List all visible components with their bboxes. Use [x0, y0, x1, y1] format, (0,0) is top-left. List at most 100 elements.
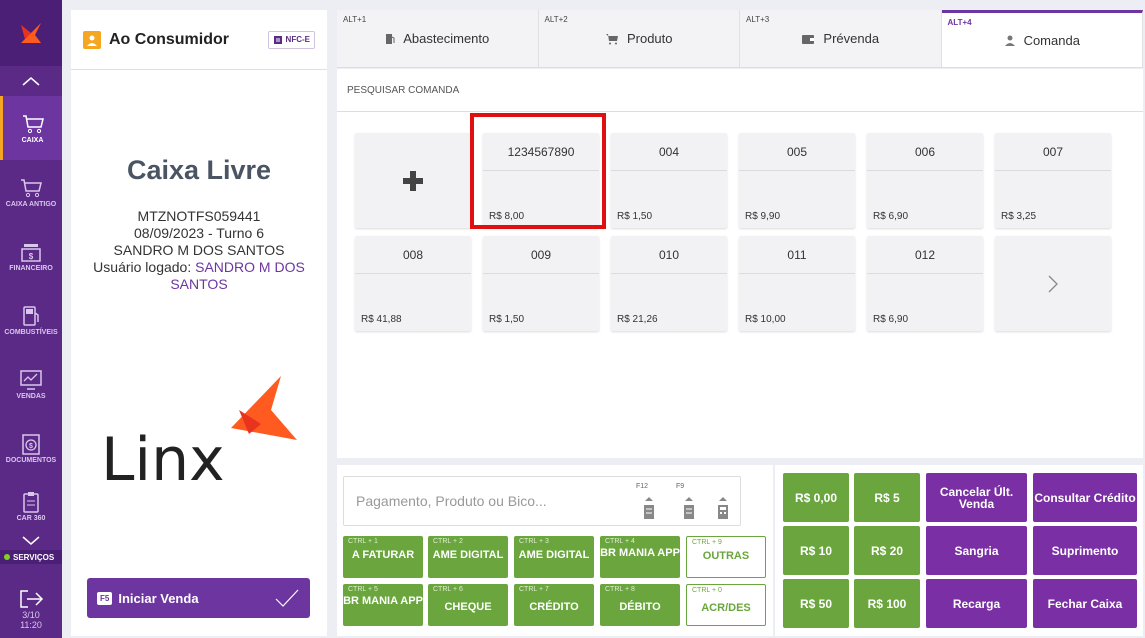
recarga-button[interactable]: Recarga: [926, 579, 1027, 628]
tab-produto[interactable]: ALT+2 Produto: [539, 10, 740, 67]
pay-button-label: BR MANIA APP: [600, 547, 680, 559]
nfce-badge[interactable]: NFC-E: [267, 30, 315, 49]
receipt-icon: [644, 497, 654, 519]
comanda-card[interactable]: 006 R$ 6,90: [867, 133, 983, 228]
comanda-number: 1234567890: [483, 133, 599, 171]
tab-comanda[interactable]: ALT+4 Comanda: [941, 10, 1143, 67]
pay-debito-button[interactable]: CTRL + 8 DÉBITO: [600, 584, 680, 626]
shortcut-key: CTRL + 9: [692, 539, 722, 546]
sidebar-item-label: CAR 360: [16, 514, 46, 522]
shortcut-key: F9: [676, 483, 685, 490]
suprimento-button[interactable]: Suprimento: [1033, 526, 1137, 575]
logged-user: Usuário logado: SANDRO M DOS SANTOS: [71, 259, 327, 293]
operator-name: SANDRO M DOS SANTOS: [113, 242, 285, 258]
scroll-down-button[interactable]: [0, 532, 62, 550]
comanda-card[interactable]: 1234567890 R$ 8,00: [483, 133, 599, 228]
check-credit-button[interactable]: Consultar Crédito: [1033, 473, 1137, 522]
sidebar-item-vendas[interactable]: VENDAS: [0, 352, 62, 416]
cancel-last-sale-button[interactable]: Cancelar Últ. Venda: [926, 473, 1027, 522]
receipt-icon: [684, 497, 694, 519]
user-icon: [1004, 35, 1015, 46]
f9-key-button[interactable]: F9: [674, 483, 704, 523]
pay-button-label: CHEQUE: [444, 601, 492, 613]
payment-panel: F12 F9 CTRL + 1 A FATURAR CTRL + 2 AME DIG…: [337, 465, 773, 636]
customer-panel: Ao Consumidor NFC-E Caixa Livre MTZNOTFS…: [71, 10, 327, 636]
comanda-search-input[interactable]: [337, 69, 1143, 111]
comanda-card[interactable]: 011 R$ 10,00: [739, 236, 855, 331]
sidebar-item-label: CAIXA ANTIGO: [5, 200, 57, 208]
clock-time: 11:20: [20, 620, 42, 630]
comanda-card[interactable]: 009 R$ 1,50: [483, 236, 599, 331]
linx-logo[interactable]: [0, 0, 62, 66]
scroll-up-button[interactable]: [0, 66, 62, 96]
comanda-number: 009: [483, 236, 599, 274]
comanda-card[interactable]: 008 R$ 41,88: [355, 236, 471, 331]
pay-credito-button[interactable]: CTRL + 7 CRÉDITO: [514, 584, 594, 626]
calculator-icon: [718, 497, 728, 519]
sidebar-item-label: CAIXA: [21, 136, 44, 144]
sidebar-item-caixa-antigo[interactable]: CAIXA ANTIGO: [0, 160, 62, 224]
comanda-card[interactable]: 004 R$ 1,50: [611, 133, 727, 228]
sidebar-item-label: VENDAS: [16, 392, 46, 400]
chevron-up-icon: [22, 77, 40, 86]
f12-key-button[interactable]: F12: [634, 483, 664, 523]
pay-acr-des-button[interactable]: CTRL + 0 ACR/DES: [686, 584, 766, 626]
tab-shortcut: ALT+3: [746, 15, 770, 24]
cash-0-button[interactable]: R$ 0,00: [783, 473, 849, 522]
comanda-number: 012: [867, 236, 983, 274]
pay-br-mania-app-button[interactable]: CTRL + 4 BR MANIA APP: [600, 536, 680, 578]
services-status[interactable]: SERVIÇOS: [0, 550, 62, 564]
pay-outras-button[interactable]: CTRL + 9 OUTRAS: [686, 536, 766, 578]
cash-100-button[interactable]: R$ 100: [854, 579, 920, 628]
doc-type-label: NFC-E: [285, 35, 310, 44]
shortcut-key: CTRL + 4: [605, 538, 635, 545]
comanda-price: R$ 41,88: [361, 314, 402, 325]
svg-text:$: $: [29, 443, 33, 450]
sidebar-item-caixa[interactable]: CAIXA: [0, 96, 62, 160]
pay-ame-digital-2-button[interactable]: CTRL + 3 AME DIGITAL: [514, 536, 594, 578]
add-comanda-button[interactable]: [355, 133, 471, 228]
pay-ame-digital-button[interactable]: CTRL + 2 AME DIGITAL: [428, 536, 508, 578]
comanda-card[interactable]: 010 R$ 21,26: [611, 236, 727, 331]
pay-button-label: AME DIGITAL: [518, 549, 590, 561]
cart-icon: [605, 33, 618, 44]
start-sale-button[interactable]: F5 Iniciar Venda: [87, 578, 310, 618]
sidebar-item-car360[interactable]: CAR 360: [0, 480, 62, 532]
comanda-price: R$ 1,50: [617, 211, 653, 222]
user-icon: [83, 30, 101, 49]
fuel-pump-icon: [23, 305, 39, 326]
shortcut-key: F5: [97, 591, 113, 605]
cash-10-button[interactable]: R$ 10: [783, 526, 849, 575]
cash-50-button[interactable]: R$ 50: [783, 579, 849, 628]
shortcut-key: CTRL + 6: [433, 586, 463, 593]
sidebar-item-combustiveis[interactable]: COMBUSTÍVEIS: [0, 288, 62, 352]
comanda-card[interactable]: 012 R$ 6,90: [867, 236, 983, 331]
logout-area[interactable]: 3/10 11:20: [0, 580, 62, 638]
sangria-button[interactable]: Sangria: [926, 526, 1027, 575]
sidebar-item-label: DOCUMENTOS: [5, 456, 57, 464]
comanda-number: 005: [739, 133, 855, 171]
customer-header[interactable]: Ao Consumidor NFC-E: [71, 10, 327, 70]
sidebar-item-documentos[interactable]: $ DOCUMENTOS: [0, 416, 62, 480]
shortcut-key: CTRL + 0: [692, 587, 722, 594]
tab-label: Comanda: [1023, 32, 1080, 48]
payment-input-box: F12 F9: [343, 476, 741, 526]
next-page-button[interactable]: [995, 236, 1111, 331]
comanda-card[interactable]: 005 R$ 9,90: [739, 133, 855, 228]
plus-icon: [403, 170, 423, 191]
cash-20-button[interactable]: R$ 20: [854, 526, 920, 575]
tab-bar: ALT+1 Abastecimento ALT+2 Produto ALT+3 …: [337, 10, 1143, 68]
tab-abastecimento[interactable]: ALT+1 Abastecimento: [337, 10, 539, 67]
wallet-icon: [802, 34, 815, 44]
sidebar-item-financeiro[interactable]: $ FINANCEIRO: [0, 224, 62, 288]
calculator-button[interactable]: [708, 483, 738, 523]
start-sale-label: Iniciar Venda: [118, 590, 199, 606]
cash-5-button[interactable]: R$ 5: [854, 473, 920, 522]
pay-br-mania-app-2-button[interactable]: CTRL + 5 BR MANIA APP: [343, 584, 423, 626]
pay-a-faturar-button[interactable]: CTRL + 1 A FATURAR: [343, 536, 423, 578]
tab-prevenda[interactable]: ALT+3 Prévenda: [740, 10, 942, 67]
close-cash-button[interactable]: Fechar Caixa: [1033, 579, 1137, 628]
pay-cheque-button[interactable]: CTRL + 6 CHEQUE: [428, 584, 508, 626]
payment-input[interactable]: [344, 477, 624, 525]
comanda-card[interactable]: 007 R$ 3,25: [995, 133, 1111, 228]
